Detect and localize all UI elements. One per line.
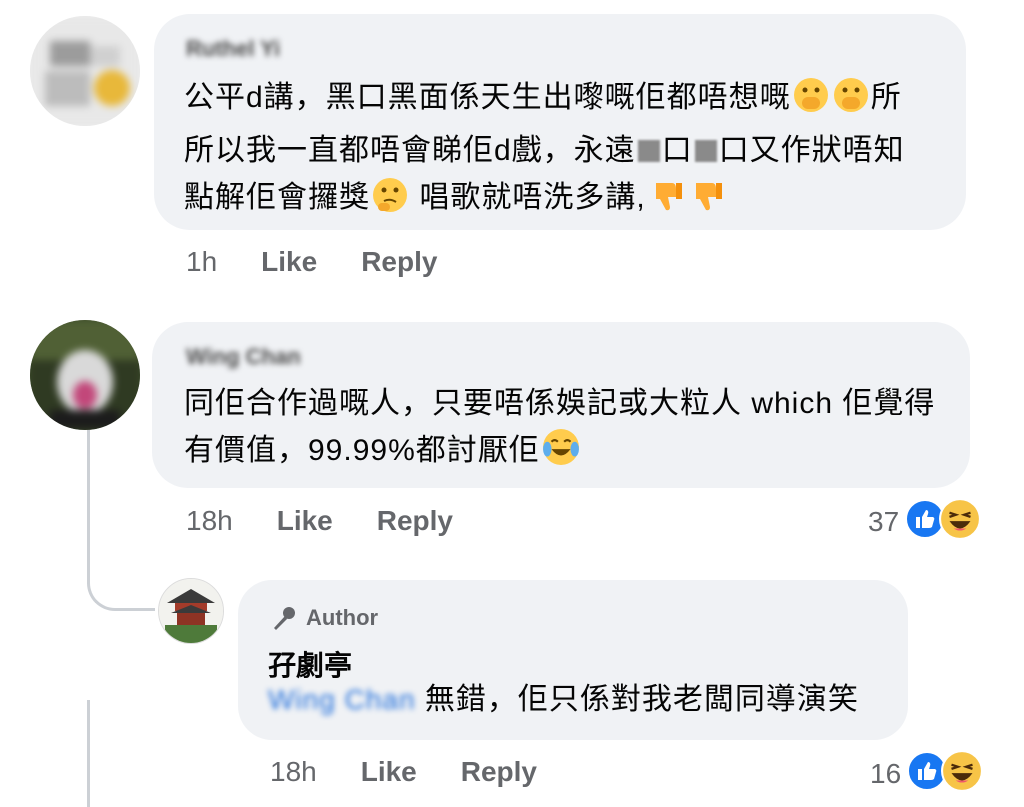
timestamp[interactable]: 18h <box>270 756 317 788</box>
haha-reaction-icon <box>941 750 984 797</box>
microphone-icon <box>270 604 298 632</box>
thumbs-down-icon <box>648 177 684 227</box>
timestamp[interactable]: 18h <box>186 505 233 537</box>
avatar[interactable] <box>158 578 224 644</box>
reaction-summary[interactable]: 37 <box>868 498 982 545</box>
face-hand-over-mouth-icon <box>793 77 829 127</box>
reaction-summary[interactable]: 16 <box>870 750 984 797</box>
author-name[interactable]: Ruthel Yi <box>186 36 280 62</box>
like-button[interactable]: Like <box>277 505 333 537</box>
comment-text: 同佢合作過嘅人，只要唔係娛記或大粒人 which 佢覺得 有價值，99.99%都… <box>184 380 954 480</box>
face-hand-over-mouth-icon <box>833 77 869 127</box>
reply-button[interactable]: Reply <box>461 756 537 788</box>
reaction-count: 16 <box>870 757 902 789</box>
comment-actions: 18h Like Reply <box>186 505 453 537</box>
thinking-face-icon <box>372 177 408 227</box>
reaction-count: 37 <box>868 505 900 537</box>
haha-reaction-icon <box>939 498 982 545</box>
reply-actions: 18h Like Reply <box>270 756 537 788</box>
mention-link[interactable]: Wing Chan <box>268 684 416 715</box>
thumbs-down-icon <box>688 177 724 227</box>
tears-of-joy-icon <box>542 428 580 480</box>
avatar[interactable] <box>30 16 140 126</box>
reply-button[interactable]: Reply <box>361 246 437 278</box>
like-button[interactable]: Like <box>361 756 417 788</box>
author-name[interactable]: Wing Chan <box>186 344 301 370</box>
censored-char <box>694 140 717 162</box>
reply-button[interactable]: Reply <box>377 505 453 537</box>
avatar[interactable] <box>30 320 140 430</box>
comment-text: 公平d講，黑口黑面係天生出嚟嘅佢都唔想嘅所 所以我一直都唔會睇佢d戲，永遠口口又… <box>184 74 944 227</box>
author-badge: Author <box>270 604 378 632</box>
timestamp[interactable]: 1h <box>186 246 217 278</box>
thread-curve <box>87 560 155 611</box>
like-button[interactable]: Like <box>261 246 317 278</box>
thread-line-bottom <box>87 700 90 807</box>
comment-actions: 1h Like Reply <box>186 246 437 278</box>
reply-text: Wing Chan 無錯，佢只係對我老闆同導演笑 <box>268 683 859 716</box>
censored-char <box>637 140 660 162</box>
